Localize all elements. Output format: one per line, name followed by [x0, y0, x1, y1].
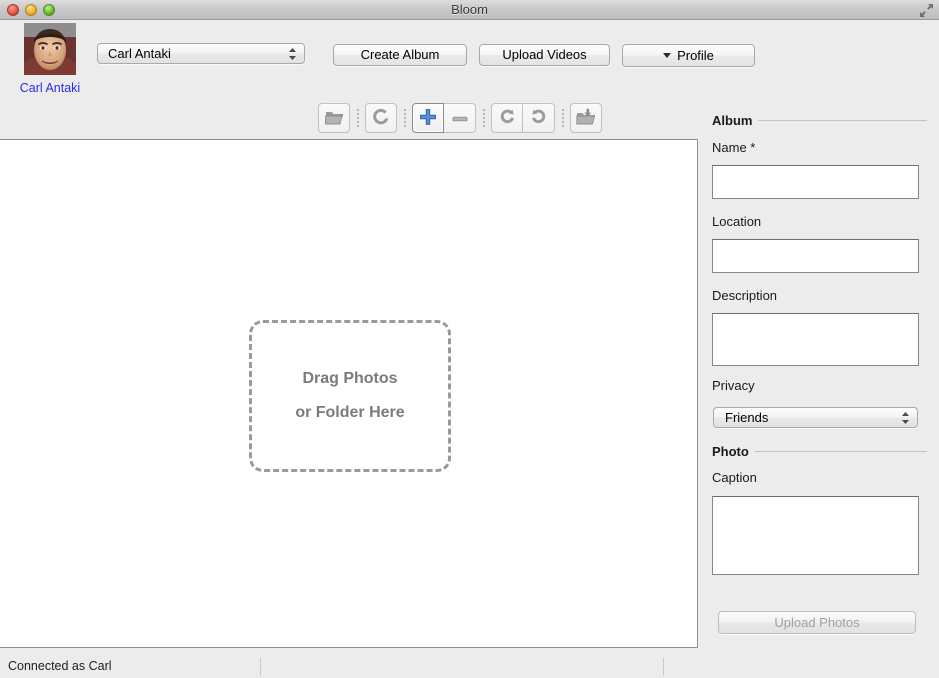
icon-group-addremove	[412, 103, 476, 133]
status-divider	[663, 658, 664, 676]
description-label: Description	[712, 288, 777, 303]
resize-icon[interactable]	[919, 3, 934, 18]
toolbar-separator	[555, 103, 570, 133]
export-icon	[576, 108, 596, 128]
account-select[interactable]: Carl Antaki	[97, 43, 305, 64]
icon-toolbar	[318, 103, 602, 133]
status-divider	[260, 658, 261, 676]
chevron-down-icon	[663, 53, 671, 58]
toolbar-separator	[350, 103, 365, 133]
album-section-title: Album	[712, 113, 752, 128]
refresh-icon	[372, 108, 390, 129]
upload-photos-button[interactable]: Upload Photos	[718, 611, 916, 634]
name-label: Name *	[712, 140, 755, 155]
bloom-window: Bloom	[0, 0, 939, 678]
upload-videos-button[interactable]: Upload Videos	[479, 44, 610, 66]
user-name-link[interactable]: Carl Antaki	[14, 81, 86, 95]
window-title: Bloom	[0, 0, 939, 20]
refresh-button[interactable]	[365, 103, 397, 133]
album-section-header: Album	[712, 113, 927, 128]
export-button[interactable]	[570, 103, 602, 133]
photo-section-header: Photo	[712, 444, 927, 459]
avatar[interactable]	[24, 23, 76, 75]
icon-group-export	[570, 103, 602, 133]
status-connection-text: Connected as Carl	[8, 655, 112, 678]
section-divider	[758, 120, 927, 121]
album-location-input[interactable]	[712, 239, 919, 273]
remove-button[interactable]	[444, 103, 476, 133]
toolbar-separator	[397, 103, 412, 133]
top-toolbar: Carl Antaki Carl Antaki Create Album Upl…	[0, 21, 939, 100]
caption-label: Caption	[712, 470, 757, 485]
create-album-button[interactable]: Create Album	[333, 44, 467, 66]
photo-section-title: Photo	[712, 444, 749, 459]
add-icon	[420, 109, 436, 128]
profile-button-label: Profile	[677, 48, 714, 63]
title-bar: Bloom	[0, 0, 939, 20]
profile-menu-button[interactable]: Profile	[622, 44, 755, 67]
add-button[interactable]	[412, 103, 444, 133]
open-folder-button[interactable]	[318, 103, 350, 133]
rotate-right-icon	[530, 108, 547, 128]
section-divider	[755, 451, 927, 452]
icon-group-rotate	[491, 103, 555, 133]
user-block: Carl Antaki	[14, 23, 86, 95]
inspector-panel: Album Name * Location Description Privac…	[700, 108, 939, 648]
toolbar-separator	[476, 103, 491, 133]
dropzone-line-2: or Folder Here	[295, 404, 404, 422]
photo-canvas[interactable]: Drag Photos or Folder Here	[0, 139, 698, 648]
rotate-left-icon	[499, 108, 516, 128]
privacy-select-value: Friends	[725, 408, 768, 427]
icon-group-refresh	[365, 103, 397, 133]
location-label: Location	[712, 214, 761, 229]
album-name-input[interactable]	[712, 165, 919, 199]
dropzone-line-1: Drag Photos	[302, 370, 397, 388]
privacy-select[interactable]: Friends	[713, 407, 918, 428]
photo-caption-input[interactable]	[712, 496, 919, 575]
stepper-arrows-icon	[901, 411, 910, 425]
album-description-input[interactable]	[712, 313, 919, 366]
icon-group-open	[318, 103, 350, 133]
rotate-right-button[interactable]	[523, 103, 555, 133]
status-bar: Connected as Carl	[0, 655, 939, 678]
drop-zone[interactable]: Drag Photos or Folder Here	[249, 320, 451, 472]
account-select-value: Carl Antaki	[108, 44, 171, 63]
privacy-label: Privacy	[712, 378, 755, 393]
remove-icon	[452, 111, 468, 126]
stepper-arrows-icon	[288, 47, 297, 61]
open-folder-icon	[325, 109, 344, 128]
rotate-left-button[interactable]	[491, 103, 523, 133]
